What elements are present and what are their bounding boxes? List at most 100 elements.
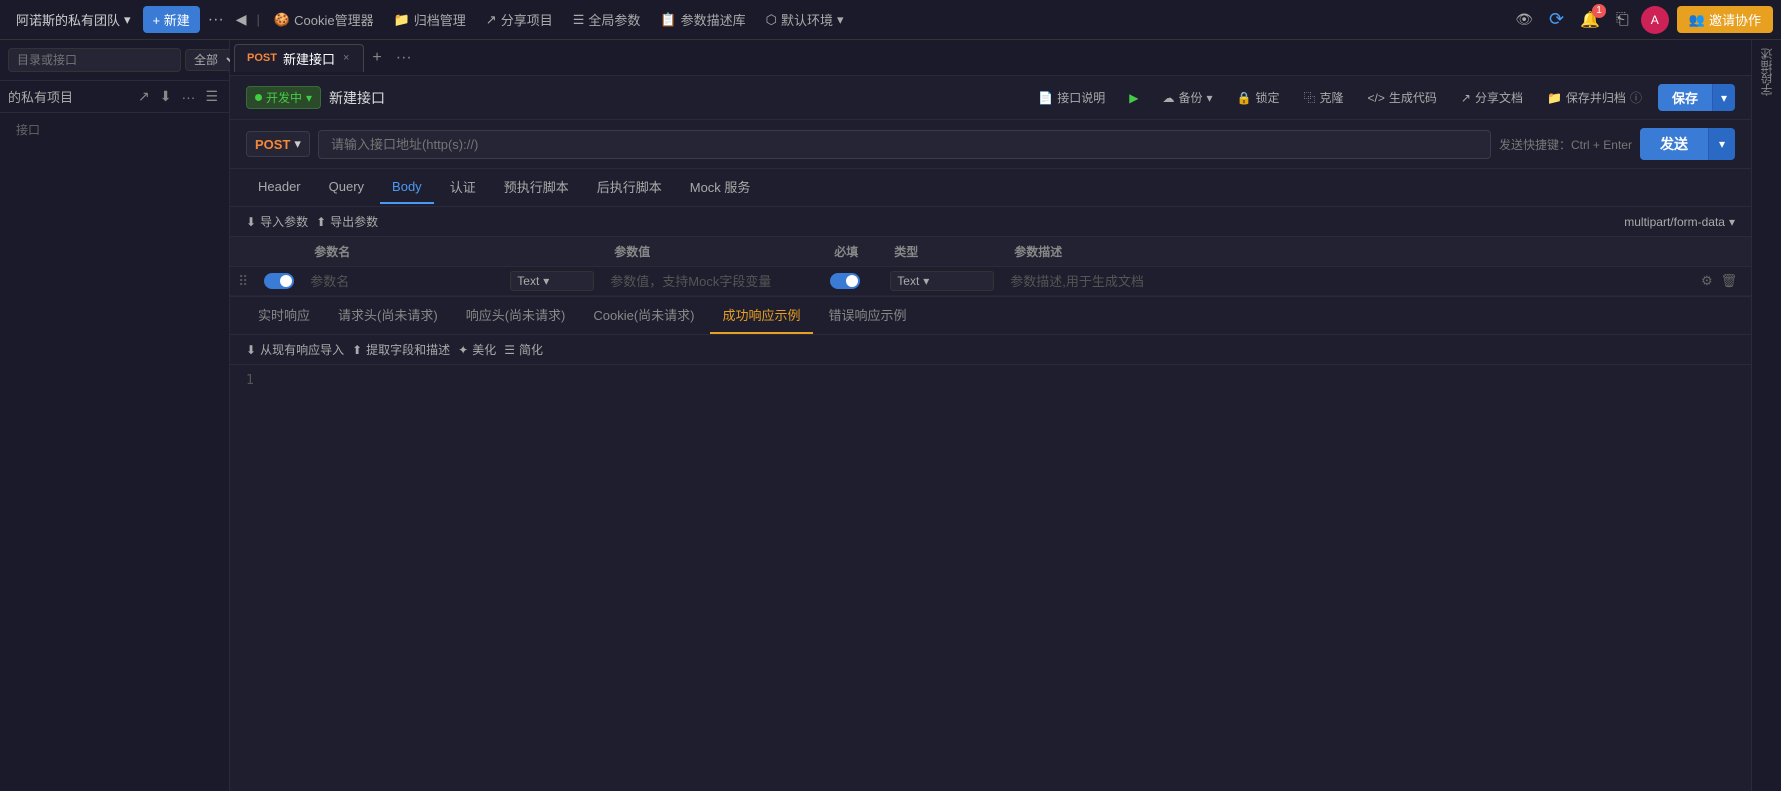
run-button[interactable]: ▶ bbox=[1121, 88, 1146, 108]
type-b-select[interactable]: Text ▾ bbox=[890, 271, 994, 291]
row-enabled-toggle[interactable] bbox=[264, 273, 294, 289]
response-tab-success-example[interactable]: 成功响应示例 bbox=[710, 297, 812, 334]
sidebar-actions: 的私有项目 ↗ ⬇ ··· ☰ bbox=[0, 81, 229, 113]
doc-icon: 📄 bbox=[1038, 91, 1053, 105]
gencode-icon: </> bbox=[1368, 91, 1385, 105]
import-icon: ⬇ bbox=[246, 215, 256, 229]
backup-button[interactable]: ☁ 备份 ▾ bbox=[1154, 86, 1220, 109]
new-button[interactable]: + 新建 bbox=[143, 6, 200, 33]
history-button[interactable]: ⎗ bbox=[1612, 7, 1633, 33]
sidebar-more-button[interactable]: ··· bbox=[178, 86, 198, 108]
method-select[interactable]: POST ▾ bbox=[246, 131, 310, 157]
row-required-toggle[interactable] bbox=[830, 273, 860, 289]
save-main-button[interactable]: 保存 bbox=[1658, 84, 1712, 111]
interface-doc-button[interactable]: 📄 接口说明 bbox=[1030, 86, 1113, 109]
type-a-select[interactable]: Text ▾ bbox=[510, 271, 594, 291]
response-toolbar: ⬇ 从现有响应导入 ⬆ 提取字段和描述 ✦ 美化 ☰ 简化 bbox=[230, 335, 1751, 365]
tab-more-button[interactable]: ··· bbox=[390, 47, 418, 69]
backup-caret-icon: ▾ bbox=[1206, 91, 1212, 105]
sidebar-list-button[interactable]: ☰ bbox=[202, 85, 221, 108]
lock-button[interactable]: 🔒 锁定 bbox=[1229, 86, 1288, 109]
subtab-body[interactable]: Body bbox=[380, 171, 434, 204]
lock-label: 锁定 bbox=[1255, 89, 1279, 106]
tab-label: 新建接口 bbox=[283, 49, 335, 68]
drag-icon[interactable]: ⠿ bbox=[238, 273, 248, 289]
send-main-button[interactable]: 发送 bbox=[1640, 128, 1708, 160]
row-drag-handle: ⠿ bbox=[230, 267, 256, 296]
response-tab-cookie[interactable]: Cookie(尚未请求) bbox=[581, 297, 706, 334]
url-input[interactable] bbox=[318, 130, 1491, 159]
prev-button[interactable]: ◀ bbox=[232, 7, 251, 32]
nav-share-project[interactable]: ↗ 分享项目 bbox=[478, 6, 561, 33]
main-layout: 全部 ⚙ 的私有项目 ↗ ⬇ ··· ☰ 接口 POST 新建接口 × + ··… bbox=[0, 40, 1781, 791]
form-type-select[interactable]: multipart/form-data ▾ bbox=[1624, 215, 1735, 229]
sync-button[interactable]: ⟳ bbox=[1545, 5, 1568, 34]
subtab-header-label: Header bbox=[258, 179, 301, 194]
nav-cookie-manager[interactable]: 🍪 Cookie管理器 bbox=[266, 6, 382, 33]
th-desc: 参数描述 bbox=[1002, 237, 1691, 267]
save-label: 保存 bbox=[1672, 91, 1698, 106]
save-caret-button[interactable]: ▾ bbox=[1712, 84, 1735, 111]
gencode-button[interactable]: </> 生成代码 bbox=[1360, 86, 1445, 109]
team-name-btn[interactable]: 阿诺斯的私有团队 ▾ bbox=[8, 6, 139, 33]
subtab-mock[interactable]: Mock 服务 bbox=[678, 169, 763, 206]
more-button[interactable]: ··· bbox=[204, 7, 228, 33]
extract-fields-button[interactable]: ⬆ 提取字段和描述 bbox=[352, 341, 450, 358]
nav-archive-manager[interactable]: 📁 归档管理 bbox=[386, 6, 474, 33]
import-from-response-button[interactable]: ⬇ 从现有响应导入 bbox=[246, 341, 344, 358]
beautify-button[interactable]: ✦ 美化 bbox=[458, 341, 496, 358]
extract-label: 提取字段和描述 bbox=[366, 341, 450, 358]
param-name-input[interactable] bbox=[310, 274, 494, 289]
row-delete-button[interactable]: 🗑 bbox=[1719, 271, 1740, 291]
nav-global-params[interactable]: ☰ 全局参数 bbox=[565, 6, 649, 33]
subtab-query[interactable]: Query bbox=[317, 171, 376, 204]
param-desc-input[interactable] bbox=[1010, 274, 1683, 289]
save-archive-button[interactable]: 📁 保存并归档 ⓘ bbox=[1539, 86, 1650, 109]
save-button-group: 保存 ▾ bbox=[1658, 84, 1735, 111]
sharedoc-button[interactable]: ↗ 分享文档 bbox=[1453, 86, 1531, 109]
response-tab-error-example[interactable]: 错误响应示例 bbox=[817, 297, 919, 334]
sidebar-search-input[interactable] bbox=[8, 48, 181, 72]
sidebar-share-button[interactable]: ↗ bbox=[135, 85, 153, 108]
nav-default-env[interactable]: ⬡ 默认环境 ▾ bbox=[758, 6, 852, 33]
params-table-wrap: 参数名 参数值 必填 类型 参数描述 bbox=[230, 237, 1751, 296]
status-badge[interactable]: 开发中 ▾ bbox=[246, 86, 321, 109]
subtab-header[interactable]: Header bbox=[246, 171, 313, 204]
eye-button[interactable]: 👁 bbox=[1511, 7, 1537, 32]
response-tab-request-headers[interactable]: 请求头(尚未请求) bbox=[326, 297, 450, 334]
tab-close-button[interactable]: × bbox=[341, 52, 351, 64]
tab-new-interface[interactable]: POST 新建接口 × bbox=[234, 44, 364, 72]
send-caret-button[interactable]: ▾ bbox=[1708, 128, 1735, 160]
response-tab-response-headers[interactable]: 响应头(尚未请求) bbox=[454, 297, 578, 334]
export-params-button[interactable]: ⬆ 导出参数 bbox=[316, 213, 378, 230]
response-tab-reqheader-label: 请求头(尚未请求) bbox=[338, 308, 438, 323]
form-type-label: multipart/form-data bbox=[1624, 215, 1725, 229]
subtab-post-script[interactable]: 后执行脚本 bbox=[585, 169, 674, 206]
response-body: 1 bbox=[230, 365, 1751, 465]
line-number-1: 1 bbox=[246, 373, 254, 388]
table-header-row: 参数名 参数值 必填 类型 参数描述 bbox=[230, 237, 1751, 267]
subtab-pre-script[interactable]: 预执行脚本 bbox=[492, 169, 581, 206]
row-settings-button[interactable]: ⚙ bbox=[1699, 271, 1715, 291]
invite-collaborate-button[interactable]: 👥 邀请协作 bbox=[1677, 6, 1773, 33]
subtab-auth[interactable]: 认证 bbox=[438, 169, 488, 206]
import-params-button[interactable]: ⬇ 导入参数 bbox=[246, 213, 308, 230]
param-lib-icon: 📋 bbox=[660, 12, 676, 28]
response-tab-realtime[interactable]: 实时响应 bbox=[246, 297, 322, 334]
sidebar: 全部 ⚙ 的私有项目 ↗ ⬇ ··· ☰ 接口 bbox=[0, 40, 230, 791]
sidebar-download-button[interactable]: ⬇ bbox=[157, 85, 175, 108]
nav-param-library[interactable]: 📋 参数描述库 bbox=[652, 6, 753, 33]
param-value-input[interactable] bbox=[610, 274, 814, 289]
tab-add-button[interactable]: + bbox=[366, 47, 387, 69]
interface-header-left: 开发中 ▾ 新建接口 bbox=[246, 86, 385, 109]
method-caret-icon: ▾ bbox=[294, 136, 301, 152]
subtab-auth-label: 认证 bbox=[450, 180, 476, 195]
simplify-button[interactable]: ☰ 简化 bbox=[504, 341, 543, 358]
send-button-group: 发送 ▾ bbox=[1640, 128, 1735, 160]
response-tab-cookie-label: Cookie(尚未请求) bbox=[593, 308, 694, 323]
type-b-caret-icon: ▾ bbox=[923, 274, 929, 288]
env-chevron-icon: ▾ bbox=[837, 12, 844, 28]
avatar-button[interactable]: A bbox=[1641, 6, 1669, 34]
row-value-cell bbox=[602, 267, 822, 296]
clone-button[interactable]: ⿻ 克隆 bbox=[1295, 86, 1351, 109]
